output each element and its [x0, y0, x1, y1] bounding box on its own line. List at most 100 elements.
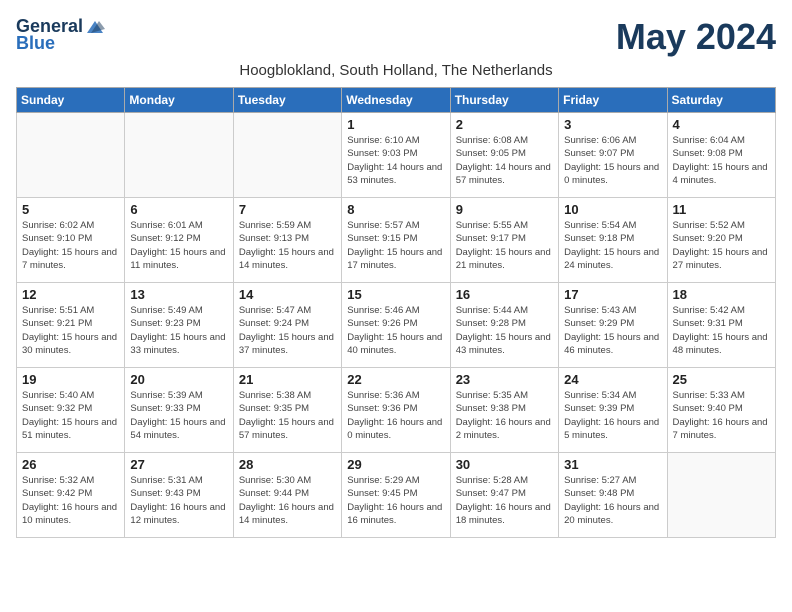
logo-icon	[85, 19, 105, 35]
location-subtitle: Hoogblokland, South Holland, The Netherl…	[16, 62, 776, 79]
calendar-day-cell: 1 Sunrise: 6:10 AM Sunset: 9:03 PM Daylig…	[342, 113, 450, 198]
calendar-day-cell: 26Sunrise: 5:32 AM Sunset: 9:42 PM Dayli…	[17, 453, 125, 538]
day-number: 28	[239, 457, 336, 472]
calendar-week-row: 26Sunrise: 5:32 AM Sunset: 9:42 PM Dayli…	[17, 453, 776, 538]
weekday-header-thursday: Thursday	[450, 88, 558, 113]
calendar-day-cell: 9 Sunrise: 5:55 AM Sunset: 9:17 PM Daylig…	[450, 198, 558, 283]
day-number: 22	[347, 372, 444, 387]
calendar-day-cell	[233, 113, 341, 198]
logo-blue-text: Blue	[16, 33, 55, 54]
day-number: 27	[130, 457, 227, 472]
logo: General Blue	[16, 16, 105, 54]
day-number: 29	[347, 457, 444, 472]
calendar-day-cell: 10 Sunrise: 5:54 AM Sunset: 9:18 PM Dayli…	[559, 198, 667, 283]
day-info: Sunrise: 5:33 AM Sunset: 9:40 PM Dayligh…	[673, 389, 770, 442]
calendar-day-cell: 7 Sunrise: 5:59 AM Sunset: 9:13 PM Daylig…	[233, 198, 341, 283]
weekday-header-friday: Friday	[559, 88, 667, 113]
day-info: Sunrise: 5:52 AM Sunset: 9:20 PM Dayligh…	[673, 219, 770, 272]
day-number: 11	[673, 202, 770, 217]
day-info: Sunrise: 5:30 AM Sunset: 9:44 PM Dayligh…	[239, 474, 336, 527]
calendar-day-cell: 24Sunrise: 5:34 AM Sunset: 9:39 PM Dayli…	[559, 368, 667, 453]
day-number: 4	[673, 117, 770, 132]
day-number: 20	[130, 372, 227, 387]
weekday-header-monday: Monday	[125, 88, 233, 113]
calendar-day-cell: 28 Sunrise: 5:30 AM Sunset: 9:44 PM Dayli…	[233, 453, 341, 538]
day-info: Sunrise: 5:29 AM Sunset: 9:45 PM Dayligh…	[347, 474, 444, 527]
calendar-day-cell: 3Sunrise: 6:06 AM Sunset: 9:07 PM Daylig…	[559, 113, 667, 198]
calendar-day-cell: 30 Sunrise: 5:28 AM Sunset: 9:47 PM Dayli…	[450, 453, 558, 538]
weekday-header-tuesday: Tuesday	[233, 88, 341, 113]
calendar-day-cell: 18 Sunrise: 5:42 AM Sunset: 9:31 PM Dayli…	[667, 283, 775, 368]
day-info: Sunrise: 6:10 AM Sunset: 9:03 PM Dayligh…	[347, 134, 444, 187]
day-info: Sunrise: 6:01 AM Sunset: 9:12 PM Dayligh…	[130, 219, 227, 272]
day-number: 13	[130, 287, 227, 302]
day-info: Sunrise: 5:54 AM Sunset: 9:18 PM Dayligh…	[564, 219, 661, 272]
day-info: Sunrise: 5:39 AM Sunset: 9:33 PM Dayligh…	[130, 389, 227, 442]
day-number: 14	[239, 287, 336, 302]
day-number: 18	[673, 287, 770, 302]
weekday-header-wednesday: Wednesday	[342, 88, 450, 113]
calendar-day-cell: 25 Sunrise: 5:33 AM Sunset: 9:40 PM Dayli…	[667, 368, 775, 453]
calendar-day-cell: 29 Sunrise: 5:29 AM Sunset: 9:45 PM Dayli…	[342, 453, 450, 538]
day-info: Sunrise: 5:42 AM Sunset: 9:31 PM Dayligh…	[673, 304, 770, 357]
month-title: May 2024	[616, 16, 776, 58]
day-number: 1	[347, 117, 444, 132]
calendar-day-cell: 27 Sunrise: 5:31 AM Sunset: 9:43 PM Dayli…	[125, 453, 233, 538]
day-info: Sunrise: 5:55 AM Sunset: 9:17 PM Dayligh…	[456, 219, 553, 272]
day-number: 7	[239, 202, 336, 217]
day-number: 12	[22, 287, 119, 302]
calendar-day-cell: 31Sunrise: 5:27 AM Sunset: 9:48 PM Dayli…	[559, 453, 667, 538]
calendar-week-row: 1 Sunrise: 6:10 AM Sunset: 9:03 PM Daylig…	[17, 113, 776, 198]
calendar-day-cell: 14 Sunrise: 5:47 AM Sunset: 9:24 PM Dayli…	[233, 283, 341, 368]
day-info: Sunrise: 5:43 AM Sunset: 9:29 PM Dayligh…	[564, 304, 661, 357]
day-info: Sunrise: 5:31 AM Sunset: 9:43 PM Dayligh…	[130, 474, 227, 527]
day-number: 10	[564, 202, 661, 217]
day-info: Sunrise: 5:36 AM Sunset: 9:36 PM Dayligh…	[347, 389, 444, 442]
calendar-day-cell: 15Sunrise: 5:46 AM Sunset: 9:26 PM Dayli…	[342, 283, 450, 368]
day-number: 19	[22, 372, 119, 387]
weekday-header-row: SundayMondayTuesdayWednesdayThursdayFrid…	[17, 88, 776, 113]
calendar-day-cell: 4 Sunrise: 6:04 AM Sunset: 9:08 PM Daylig…	[667, 113, 775, 198]
calendar-day-cell: 22 Sunrise: 5:36 AM Sunset: 9:36 PM Dayli…	[342, 368, 450, 453]
day-info: Sunrise: 6:04 AM Sunset: 9:08 PM Dayligh…	[673, 134, 770, 187]
day-number: 25	[673, 372, 770, 387]
day-info: Sunrise: 5:40 AM Sunset: 9:32 PM Dayligh…	[22, 389, 119, 442]
calendar-day-cell: 5Sunrise: 6:02 AM Sunset: 9:10 PM Daylig…	[17, 198, 125, 283]
day-number: 6	[130, 202, 227, 217]
calendar-day-cell: 20 Sunrise: 5:39 AM Sunset: 9:33 PM Dayli…	[125, 368, 233, 453]
day-number: 5	[22, 202, 119, 217]
calendar-day-cell: 11 Sunrise: 5:52 AM Sunset: 9:20 PM Dayli…	[667, 198, 775, 283]
calendar-day-cell: 8Sunrise: 5:57 AM Sunset: 9:15 PM Daylig…	[342, 198, 450, 283]
calendar-day-cell: 23 Sunrise: 5:35 AM Sunset: 9:38 PM Dayli…	[450, 368, 558, 453]
day-info: Sunrise: 5:47 AM Sunset: 9:24 PM Dayligh…	[239, 304, 336, 357]
calendar-day-cell: 12Sunrise: 5:51 AM Sunset: 9:21 PM Dayli…	[17, 283, 125, 368]
day-info: Sunrise: 5:44 AM Sunset: 9:28 PM Dayligh…	[456, 304, 553, 357]
calendar-day-cell: 21 Sunrise: 5:38 AM Sunset: 9:35 PM Dayli…	[233, 368, 341, 453]
calendar-week-row: 12Sunrise: 5:51 AM Sunset: 9:21 PM Dayli…	[17, 283, 776, 368]
calendar-day-cell: 19 Sunrise: 5:40 AM Sunset: 9:32 PM Dayli…	[17, 368, 125, 453]
calendar-day-cell	[17, 113, 125, 198]
calendar-day-cell: 13Sunrise: 5:49 AM Sunset: 9:23 PM Dayli…	[125, 283, 233, 368]
day-number: 3	[564, 117, 661, 132]
calendar-day-cell	[125, 113, 233, 198]
day-number: 30	[456, 457, 553, 472]
day-info: Sunrise: 5:32 AM Sunset: 9:42 PM Dayligh…	[22, 474, 119, 527]
calendar-day-cell: 6 Sunrise: 6:01 AM Sunset: 9:12 PM Daylig…	[125, 198, 233, 283]
day-number: 21	[239, 372, 336, 387]
day-number: 17	[564, 287, 661, 302]
day-info: Sunrise: 5:27 AM Sunset: 9:48 PM Dayligh…	[564, 474, 661, 527]
day-number: 15	[347, 287, 444, 302]
calendar-week-row: 19 Sunrise: 5:40 AM Sunset: 9:32 PM Dayli…	[17, 368, 776, 453]
day-info: Sunrise: 5:57 AM Sunset: 9:15 PM Dayligh…	[347, 219, 444, 272]
calendar-day-cell: 17 Sunrise: 5:43 AM Sunset: 9:29 PM Dayli…	[559, 283, 667, 368]
page-header: General Blue May 2024	[16, 16, 776, 58]
day-number: 2	[456, 117, 553, 132]
day-info: Sunrise: 5:38 AM Sunset: 9:35 PM Dayligh…	[239, 389, 336, 442]
day-number: 23	[456, 372, 553, 387]
day-number: 9	[456, 202, 553, 217]
day-info: Sunrise: 5:28 AM Sunset: 9:47 PM Dayligh…	[456, 474, 553, 527]
day-info: Sunrise: 5:59 AM Sunset: 9:13 PM Dayligh…	[239, 219, 336, 272]
calendar-table: SundayMondayTuesdayWednesdayThursdayFrid…	[16, 87, 776, 538]
day-info: Sunrise: 5:35 AM Sunset: 9:38 PM Dayligh…	[456, 389, 553, 442]
day-info: Sunrise: 5:34 AM Sunset: 9:39 PM Dayligh…	[564, 389, 661, 442]
